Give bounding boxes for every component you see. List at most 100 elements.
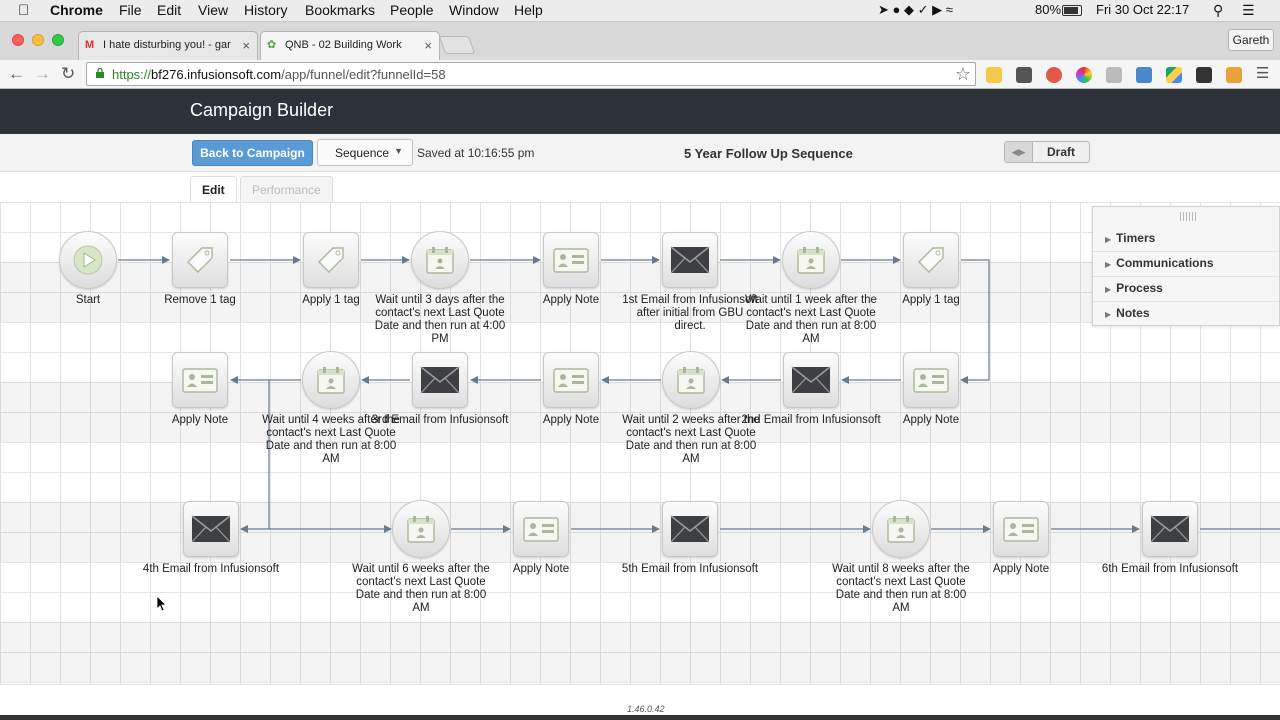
close-tab-icon[interactable]: ×	[242, 38, 250, 53]
new-tab-button[interactable]	[438, 36, 476, 54]
tab-title: QNB - 02 Building Work	[285, 39, 402, 51]
menu-clock[interactable]: Fri 30 Oct 22:17	[1096, 2, 1189, 17]
node-label: Apply Note	[902, 414, 960, 426]
note-icon	[1002, 514, 1040, 549]
node-shape[interactable]	[662, 232, 718, 288]
sequence-dropdown[interactable]: Sequence ▼	[317, 139, 413, 166]
notification-center-icon[interactable]: ☰	[1242, 2, 1255, 19]
node-label: 5th Email from Infusionsoft	[621, 563, 759, 575]
menu-app-name[interactable]: Chrome	[50, 2, 103, 18]
node-shape[interactable]	[903, 232, 959, 288]
back-arrow-icon[interactable]: ←	[8, 64, 25, 84]
sequence-canvas[interactable]: Start Remove 1 tag Apply 1 tag Wait until 3…	[0, 202, 1280, 684]
node-label: 2nd Email from Infusionsoft	[741, 414, 881, 426]
extension-icon[interactable]	[1226, 67, 1242, 83]
menu-history[interactable]: History	[244, 2, 288, 18]
node-shape[interactable]	[993, 501, 1049, 557]
status-icons[interactable]: ➤ ● ◆ ✓ ▶ ≈	[878, 2, 953, 18]
bookmark-star-icon[interactable]: ☆	[955, 64, 971, 85]
draft-toggle[interactable]: ◀▶ Draft	[1004, 141, 1090, 163]
extension-icon[interactable]	[1076, 67, 1092, 83]
node-shape[interactable]	[411, 231, 469, 289]
panel-item-process[interactable]: ▶ Process	[1105, 281, 1163, 295]
tab-edit[interactable]: Edit	[190, 176, 237, 202]
node-label: Wait until 1 week after the contact's ne…	[745, 294, 877, 345]
node-label: Apply Note	[512, 563, 570, 575]
menu-help[interactable]: Help	[514, 2, 543, 18]
envelope-icon	[670, 515, 710, 548]
connector-elbow	[960, 259, 990, 384]
node-shape[interactable]	[1142, 501, 1198, 557]
node-shape[interactable]	[183, 501, 239, 557]
node-label: Apply Note	[992, 563, 1050, 575]
forward-arrow-icon[interactable]: →	[34, 64, 51, 84]
node-shape[interactable]	[872, 500, 930, 558]
sequence-title: 5 Year Follow Up Sequence	[684, 146, 853, 161]
menu-bookmarks[interactable]: Bookmarks	[305, 2, 375, 18]
menu-view[interactable]: View	[198, 2, 228, 18]
note-icon	[552, 365, 590, 400]
panel-item-communications[interactable]: ▶ Communications	[1105, 256, 1214, 270]
node-shape[interactable]	[543, 232, 599, 288]
extension-icon[interactable]	[1196, 67, 1212, 83]
menu-people[interactable]: People	[390, 2, 434, 18]
node-shape[interactable]	[662, 351, 720, 409]
browser-tab-strip: M I hate disturbing you! - gar × ✿ QNB -…	[0, 22, 1280, 60]
extension-icon[interactable]	[1046, 67, 1062, 83]
node-shape[interactable]	[392, 500, 450, 558]
spotlight-search-icon[interactable]: ⚲	[1213, 2, 1223, 19]
browser-tab-qnb[interactable]: ✿ QNB - 02 Building Work ×	[260, 31, 440, 60]
window-minimize-button[interactable]	[32, 34, 44, 46]
node-shape[interactable]	[302, 351, 360, 409]
address-bar[interactable]: https://bf276.infusionsoft.com/app/funne…	[86, 62, 976, 86]
mouse-cursor-icon	[157, 596, 167, 612]
node-label: Apply Note	[542, 414, 600, 426]
elements-panel[interactable]: ▶ Timers ▶ Communications ▶ Process ▶ Notes	[1092, 206, 1280, 326]
envelope-icon	[420, 366, 460, 399]
envelope-icon	[791, 366, 831, 399]
reload-icon[interactable]: ↻	[61, 64, 75, 84]
panel-item-notes[interactable]: ▶ Notes	[1105, 306, 1150, 320]
apple-icon[interactable]: 	[18, 2, 29, 19]
menu-edit[interactable]: Edit	[157, 2, 181, 18]
note-icon	[522, 514, 560, 549]
extension-icon[interactable]	[1016, 67, 1032, 83]
close-tab-icon[interactable]: ×	[424, 38, 432, 53]
window-close-button[interactable]	[12, 34, 24, 46]
node-shape[interactable]	[412, 352, 468, 408]
node-shape[interactable]	[59, 231, 117, 289]
back-to-campaign-button[interactable]: Back to Campaign	[192, 140, 313, 166]
extension-icon[interactable]	[986, 67, 1002, 83]
node-shape[interactable]	[513, 501, 569, 557]
extension-icon[interactable]	[1106, 67, 1122, 83]
menu-window[interactable]: Window	[449, 2, 499, 18]
node-shape[interactable]	[543, 352, 599, 408]
menu-file[interactable]: File	[119, 2, 142, 18]
note-icon	[552, 245, 590, 280]
battery-icon[interactable]	[1062, 5, 1082, 16]
node-label: Remove 1 tag	[164, 294, 236, 306]
google-drive-icon[interactable]	[1166, 67, 1182, 83]
node-shape[interactable]	[303, 232, 359, 288]
tab-performance[interactable]: Performance	[240, 176, 333, 202]
node-shape[interactable]	[172, 352, 228, 408]
panel-item-timers[interactable]: ▶ Timers	[1105, 231, 1155, 245]
node-shape[interactable]	[783, 352, 839, 408]
node-shape[interactable]	[172, 232, 228, 288]
chrome-menu-icon[interactable]: ☰	[1256, 64, 1269, 82]
url-text: https://bf276.infusionsoft.com/app/funne…	[112, 67, 446, 82]
calendar-icon	[405, 514, 437, 549]
drag-handle[interactable]	[1180, 212, 1198, 221]
extension-icon[interactable]	[1136, 67, 1152, 83]
chevron-right-icon: ▶	[1105, 260, 1112, 269]
tag-icon	[316, 245, 346, 280]
calendar-icon	[315, 365, 347, 400]
browser-tab-gmail[interactable]: M I hate disturbing you! - gar ×	[78, 31, 258, 60]
node-shape[interactable]	[903, 352, 959, 408]
sequence-dropdown-label: Sequence	[335, 146, 390, 160]
node-shape[interactable]	[662, 501, 718, 557]
profile-button[interactable]: Gareth	[1228, 29, 1274, 51]
node-shape[interactable]	[782, 231, 840, 289]
node-label: Wait until 8 weeks after the contact's n…	[832, 563, 970, 614]
window-zoom-button[interactable]	[52, 34, 64, 46]
